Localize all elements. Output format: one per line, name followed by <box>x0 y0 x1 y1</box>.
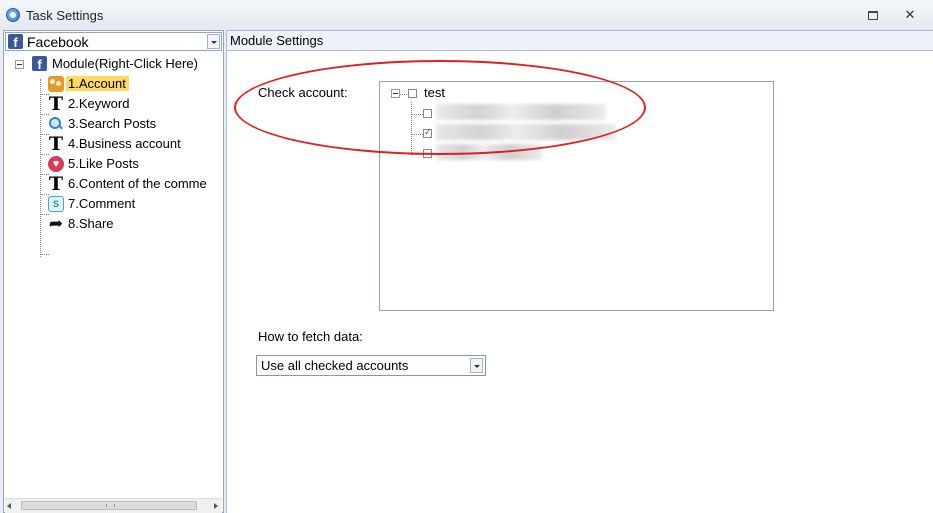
redacted-account-name <box>436 104 606 120</box>
fetch-data-label: How to fetch data: <box>258 329 363 344</box>
site-selector[interactable]: f Facebook <box>5 32 222 51</box>
tree-item-label: 1.Account <box>66 76 129 91</box>
tree-item-keyword[interactable]: T 2.Keyword <box>48 93 223 115</box>
account-checklist: test <box>379 81 774 311</box>
tree-collapse-toggle[interactable] <box>15 60 24 69</box>
tree-item-business-account[interactable]: T 4.Business account <box>48 133 223 155</box>
tree-item-label: 8.Share <box>68 216 114 231</box>
tree-item-label: 4.Business account <box>68 136 181 151</box>
text-t-icon: T <box>48 93 64 115</box>
close-window-button[interactable]: ✕ <box>903 8 917 22</box>
account-checkbox[interactable] <box>423 109 432 118</box>
text-t-icon: T <box>48 133 64 155</box>
facebook-icon: f <box>32 56 47 71</box>
tree-connector <box>41 254 49 255</box>
tree-item-search-posts[interactable]: 3.Search Posts <box>48 115 223 133</box>
tree-item-label: 2.Keyword <box>68 96 130 111</box>
module-tree-panel: f Facebook f Module(Right-Click Here) 1.… <box>3 30 224 513</box>
tree-item-share[interactable]: ➦ 8.Share <box>48 215 223 233</box>
people-icon <box>48 76 64 92</box>
comment-icon: S <box>48 196 64 212</box>
check-account-label: Check account: <box>258 85 348 100</box>
tree-item-account[interactable]: 1.Account <box>48 75 223 93</box>
module-tree: f Module(Right-Click Here) 1.Account T 2… <box>4 52 223 497</box>
account-checkbox[interactable] <box>423 149 432 158</box>
account-checkbox[interactable] <box>423 127 432 138</box>
account-group-collapse-toggle[interactable] <box>391 89 400 98</box>
account-group-checkbox[interactable] <box>408 89 417 98</box>
redacted-account-name <box>436 124 616 140</box>
tree-connector <box>412 134 423 135</box>
tree-item-label: 5.Like Posts <box>68 156 139 171</box>
scroll-thumb[interactable] <box>21 501 197 510</box>
tree-item-comment-content[interactable]: T 6.Content of the comme <box>48 173 223 195</box>
scroll-left-arrow-icon[interactable] <box>7 503 11 509</box>
share-arrow-icon: ➦ <box>48 214 64 233</box>
magnifier-icon <box>48 116 64 132</box>
account-group-label: test <box>424 85 445 100</box>
tree-item-label: 3.Search Posts <box>68 116 157 131</box>
window-title: Task Settings <box>26 8 104 23</box>
fetch-data-select-value: Use all checked accounts <box>261 358 409 373</box>
heart-icon: ♥ <box>48 156 64 172</box>
module-settings-header: Module Settings <box>226 30 933 51</box>
tree-item-like-posts[interactable]: ♥ 5.Like Posts <box>48 155 223 173</box>
text-t-icon: T <box>48 173 64 195</box>
tree-root-module[interactable]: f Module(Right-Click Here) <box>32 55 222 73</box>
chevron-down-icon[interactable] <box>207 34 220 49</box>
title-bar: Task Settings ✕ <box>0 0 933 30</box>
tree-connector <box>411 102 412 155</box>
tree-connector <box>40 79 41 257</box>
tree-item-label: 7.Comment <box>68 196 136 211</box>
scroll-right-arrow-icon[interactable] <box>214 503 218 509</box>
tree-item-comment[interactable]: S 7.Comment <box>48 195 223 213</box>
restore-window-button[interactable] <box>866 8 880 22</box>
tree-horizontal-scrollbar[interactable] <box>5 498 222 513</box>
app-icon <box>6 8 20 22</box>
site-selector-value: Facebook <box>27 34 89 50</box>
tree-connector <box>400 94 407 95</box>
tree-root-label: Module(Right-Click Here) <box>52 56 198 71</box>
fetch-data-select[interactable]: Use all checked accounts <box>256 355 486 376</box>
tree-connector <box>412 114 423 115</box>
tree-item-label: 6.Content of the comme <box>68 176 207 191</box>
redacted-account-name <box>436 144 542 160</box>
facebook-icon: f <box>8 34 23 49</box>
module-settings-title: Module Settings <box>230 33 324 48</box>
tree-connector <box>412 154 423 155</box>
chevron-down-icon[interactable] <box>470 358 483 373</box>
